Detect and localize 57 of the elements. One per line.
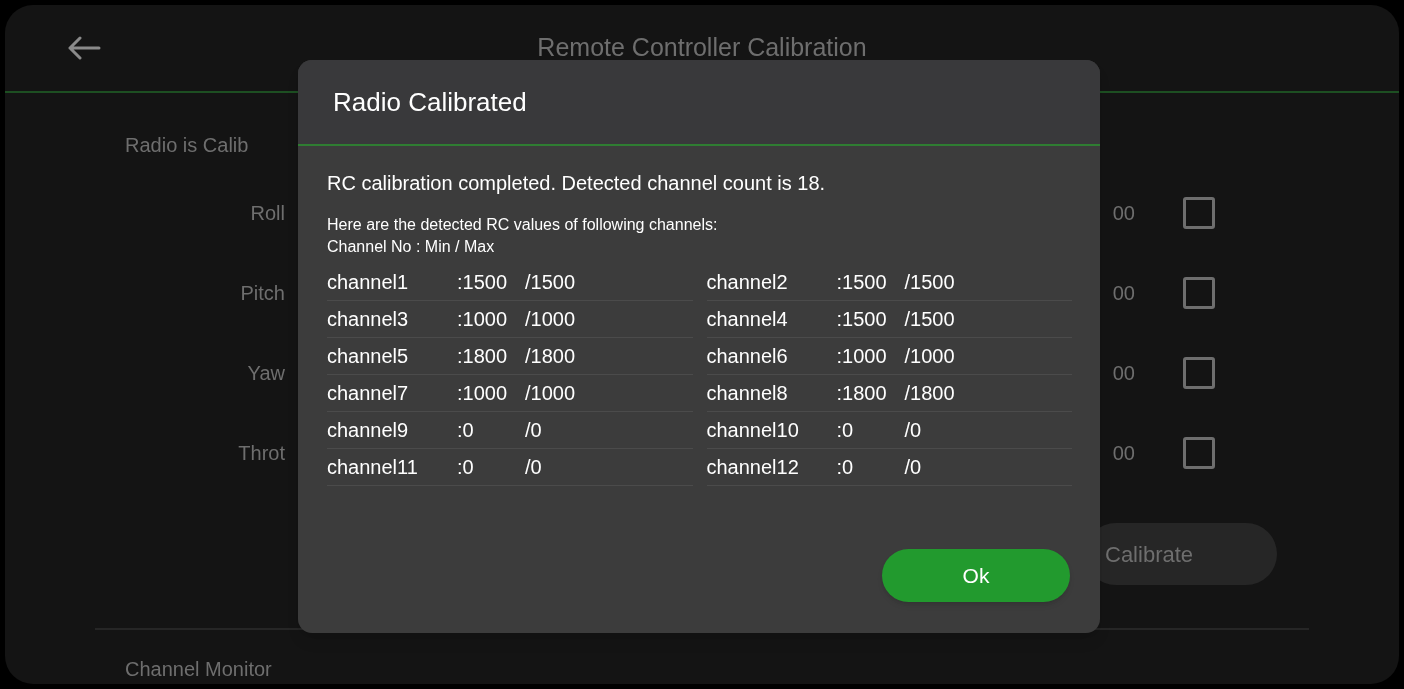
channel-name: channel6	[706, 344, 789, 369]
channel-max: /1000	[525, 307, 576, 332]
axis-checkbox[interactable]	[1183, 277, 1215, 309]
calibration-status: Radio is Calib	[125, 133, 250, 157]
channel-name: channel1	[327, 270, 410, 295]
channel-max: /0	[904, 418, 922, 443]
channel-max: /1800	[525, 344, 576, 369]
axis-value: 00	[1112, 201, 1135, 226]
axis-label: Pitch	[239, 281, 285, 306]
channel-name: channel2	[706, 270, 789, 295]
channel-max: /0	[525, 455, 542, 480]
channel-min: :1500	[836, 307, 888, 332]
axis-label: Yaw	[246, 361, 285, 386]
channel-max: /0	[525, 418, 542, 443]
channel-name: channel11	[327, 455, 419, 480]
channel-max: /1000	[525, 381, 576, 406]
axis-label: Roll	[249, 201, 285, 226]
channel-min: :1000	[836, 344, 888, 369]
channel-min: :1000	[457, 307, 509, 332]
axis-value: 00	[1112, 361, 1135, 386]
dialog-hint: Channel No : Min / Max	[327, 237, 496, 257]
channel-max: /1000	[904, 344, 955, 369]
channel-min: :1000	[457, 381, 509, 406]
channel-max: /1500	[904, 307, 955, 332]
channel-name: channel3	[327, 307, 410, 332]
channel-min: :1800	[457, 344, 509, 369]
dialog-title: Radio Calibrated	[333, 85, 527, 119]
channel-min: :0	[457, 455, 475, 480]
channel-name: channel12	[706, 455, 800, 480]
axis-value: 00	[1112, 441, 1135, 466]
axis-value: 00	[1112, 281, 1135, 306]
channel-min: :0	[457, 418, 475, 443]
channel-name: channel5	[327, 344, 410, 369]
channel-min: :0	[836, 455, 855, 480]
channel-min: :0	[836, 418, 855, 443]
channel-max: /1800	[904, 381, 955, 406]
channel-max: /1500	[904, 270, 955, 295]
channel-name: channel7	[327, 381, 410, 406]
axis-label: Throt	[237, 441, 285, 466]
back-arrow-icon[interactable]	[67, 36, 101, 60]
channel-min: :1500	[836, 270, 888, 295]
screen-title: Remote Controller Calibration	[537, 32, 867, 64]
axis-checkbox[interactable]	[1183, 437, 1215, 469]
channel-max: /1500	[525, 270, 576, 295]
axis-checkbox[interactable]	[1183, 357, 1215, 389]
channel-name: channel9	[327, 418, 410, 443]
axis-checkbox[interactable]	[1183, 197, 1215, 229]
channel-max: /0	[904, 455, 922, 480]
section-title: Channel Monitor	[125, 657, 273, 682]
channel-name: channel4	[706, 307, 789, 332]
channel-min: :1500	[457, 270, 509, 295]
dialog-message: RC calibration completed. Detected channel count is 18.	[327, 171, 827, 196]
ok-button[interactable]: Ok	[882, 549, 1070, 602]
channel-min: :1800	[836, 381, 888, 406]
channel-name: channel10	[706, 418, 800, 443]
dialog-hint: Here are the detected RC values of following channels:	[327, 215, 719, 235]
channel-name: channel8	[706, 381, 789, 406]
